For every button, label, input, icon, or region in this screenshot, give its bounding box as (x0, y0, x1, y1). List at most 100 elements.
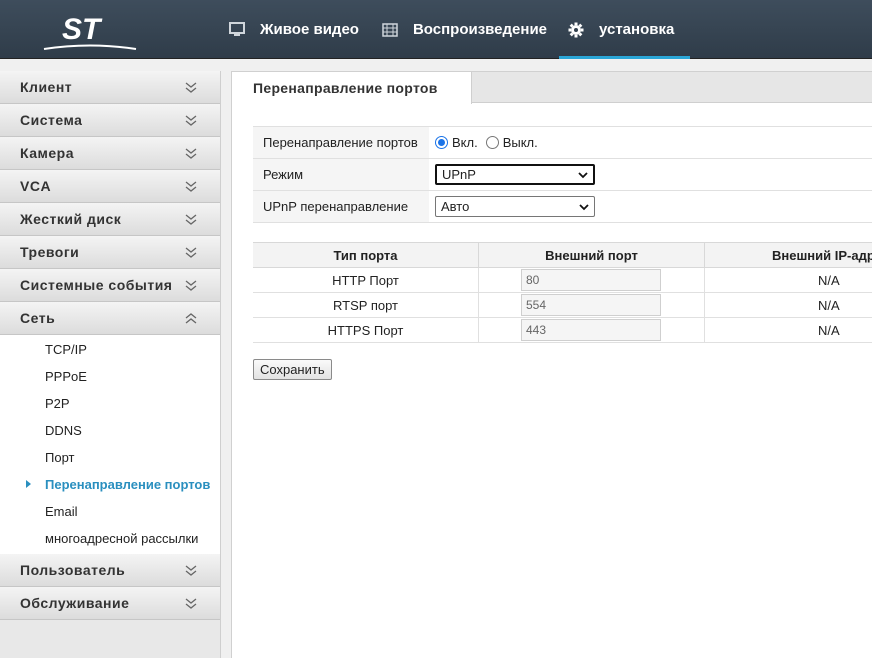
chevron-down-icon (185, 565, 197, 576)
tab-port-forwarding[interactable]: Перенаправление портов (232, 72, 472, 104)
external-ip-cell: N/A (818, 272, 840, 288)
main-panel: Перенаправление портов Перенаправление п… (231, 71, 872, 658)
chevron-down-icon (185, 214, 197, 225)
network-submenu: TCP/IP PPPoE P2P DDNS Порт Перенаправлен… (0, 335, 220, 554)
sidebar-item-port[interactable]: Порт (0, 444, 220, 471)
chevron-down-icon (579, 203, 589, 210)
external-ip-cell: N/A (818, 322, 840, 338)
sidebar-item-label: Порт (45, 450, 75, 465)
table-row: HTTP Порт 80 N/A (253, 268, 872, 293)
port-type-cell: HTTPS Порт (253, 318, 479, 342)
svg-text:ST: ST (62, 13, 103, 46)
chevron-down-icon (185, 598, 197, 609)
sidebar-section-client[interactable]: Клиент (0, 71, 220, 104)
setting-label: Перенаправление портов (253, 127, 429, 158)
sidebar-item-email[interactable]: Email (0, 498, 220, 525)
chevron-down-icon (185, 148, 197, 159)
radio-on-indicator[interactable] (435, 136, 448, 149)
nav-setup[interactable]: установка (559, 0, 691, 59)
table-row: HTTPS Порт 443 N/A (253, 318, 872, 343)
sidebar-item-label: PPPoE (45, 369, 87, 384)
setting-row-upnp: UPnP перенаправление Авто (253, 191, 872, 223)
radio-on-label: Вкл. (452, 135, 478, 150)
setting-row-mode: Режим UPnP (253, 159, 872, 191)
upnp-select-value: Авто (441, 199, 470, 214)
sidebar-section-label: Тревоги (20, 244, 80, 260)
monitor-icon (228, 21, 246, 39)
tab-label: Перенаправление портов (253, 80, 438, 96)
table-header: Тип порта Внешний порт Внешний IP-адр (253, 242, 872, 268)
sidebar-section-user[interactable]: Пользователь (0, 554, 220, 587)
external-port-input[interactable]: 80 (521, 269, 661, 291)
sidebar-item-label: Email (45, 504, 78, 519)
sidebar-item-p2p[interactable]: P2P (0, 390, 220, 417)
nav-setup-label: установка (599, 21, 675, 38)
sidebar-section-label: Жесткий диск (20, 211, 122, 227)
sidebar-item-ddns[interactable]: DDNS (0, 417, 220, 444)
radio-off-indicator[interactable] (485, 136, 499, 149)
setting-label: Режим (253, 159, 429, 190)
sidebar-section-maintenance[interactable]: Обслуживание (0, 587, 220, 620)
setting-row-port-forwarding: Перенаправление портов Вкл. Выкл. (253, 127, 872, 159)
upnp-select[interactable]: Авто (435, 196, 595, 217)
port-type-cell: RTSP порт (253, 293, 479, 317)
sidebar-section-camera[interactable]: Камера (0, 137, 220, 170)
radio-off-label: Выкл. (502, 135, 538, 150)
sidebar-section-vca[interactable]: VCA (0, 170, 220, 203)
sidebar-section-hdd[interactable]: Жесткий диск (0, 203, 220, 236)
external-port-input[interactable]: 554 (521, 294, 661, 316)
sidebar-item-label: Перенаправление портов (45, 477, 211, 492)
chevron-down-icon (185, 247, 197, 258)
sidebar-section-system-events[interactable]: Системные события (0, 269, 220, 302)
external-port-input[interactable]: 443 (521, 319, 661, 341)
sidebar-item-port-forwarding[interactable]: Перенаправление портов (0, 471, 220, 498)
top-header: ST Живое видео Воспроизведение установка (0, 0, 872, 59)
column-header-external-ip: Внешний IP-адр (772, 247, 872, 263)
sidebar-item-multicast[interactable]: многоадресной рассылки (0, 525, 220, 552)
external-ip-cell: N/A (818, 297, 840, 313)
radio-off[interactable]: Выкл. (485, 135, 538, 150)
tab-bar: Перенаправление портов (232, 72, 872, 104)
sidebar-item-pppoe[interactable]: PPPoE (0, 363, 220, 390)
sidebar-section-network[interactable]: Сеть (0, 302, 220, 335)
sidebar-section-label: Обслуживание (20, 595, 130, 611)
settings-sidebar: Клиент Система Камера VCA Жесткий диск Т… (0, 71, 221, 658)
save-button[interactable]: Сохранить (253, 359, 332, 380)
brand-logo: ST (43, 13, 137, 50)
sidebar-section-system[interactable]: Система (0, 104, 220, 137)
column-header-external-port: Внешний порт (479, 243, 705, 267)
chevron-down-icon (578, 171, 588, 178)
sidebar-item-label: DDNS (45, 423, 82, 438)
sidebar-item-label: TCP/IP (45, 342, 87, 357)
sidebar-section-label: Система (20, 112, 83, 128)
sidebar-section-label: Камера (20, 145, 74, 161)
sidebar-section-label: Сеть (20, 310, 56, 326)
sidebar-item-label: P2P (45, 396, 70, 411)
column-header-port-type: Тип порта (253, 243, 479, 267)
sidebar-item-tcpip[interactable]: TCP/IP (0, 336, 220, 363)
nav-live-video[interactable]: Живое видео (220, 0, 367, 59)
setting-label: UPnP перенаправление (253, 191, 429, 222)
mode-select[interactable]: UPnP (435, 164, 595, 185)
nav-playback-label: Воспроизведение (412, 21, 548, 38)
chevron-down-icon (185, 181, 197, 192)
sidebar-item-label: многоадресной рассылки (45, 531, 199, 546)
chevron-down-icon (185, 82, 197, 93)
port-forwarding-settings: Перенаправление портов Вкл. Выкл. Режим … (253, 126, 872, 223)
sidebar-section-label: VCA (20, 178, 52, 194)
port-table: Тип порта Внешний порт Внешний IP-адр HT… (253, 242, 872, 343)
chevron-up-icon (185, 313, 197, 324)
nav-playback[interactable]: Воспроизведение (373, 0, 555, 59)
triangle-right-icon (26, 480, 31, 488)
table-row: RTSP порт 554 N/A (253, 293, 872, 318)
sidebar-section-label: Клиент (20, 79, 73, 95)
nav-live-video-label: Живое видео (260, 21, 359, 38)
gear-icon (567, 21, 585, 39)
film-icon (381, 21, 399, 39)
chevron-down-icon (185, 115, 197, 126)
sidebar-section-alarms[interactable]: Тревоги (0, 236, 220, 269)
sidebar-section-label: Системные события (20, 277, 173, 293)
port-type-cell: HTTP Порт (253, 268, 479, 292)
radio-on[interactable]: Вкл. (435, 135, 478, 150)
sidebar-section-label: Пользователь (20, 562, 126, 578)
